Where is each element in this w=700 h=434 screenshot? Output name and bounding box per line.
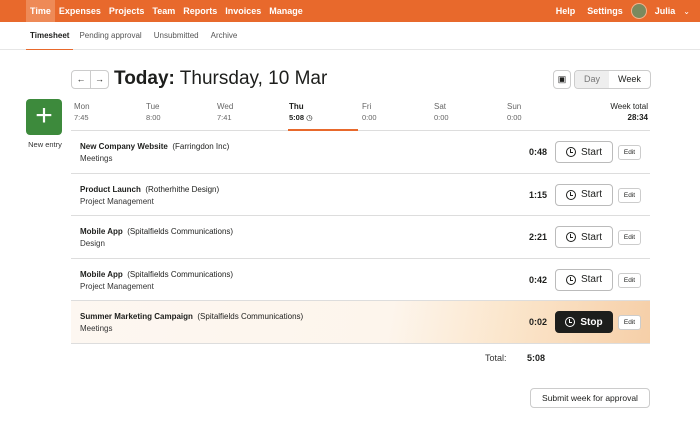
tab-timesheet[interactable]: Timesheet [26, 22, 74, 50]
day-sat[interactable]: Sat 0:00 [434, 101, 449, 123]
total-value: 5:08 [527, 353, 546, 363]
view-toggle: Day Week [574, 70, 651, 89]
arrow-right-icon[interactable]: → [90, 71, 108, 88]
nav-team[interactable]: Team [148, 0, 179, 22]
entry-duration: 0:42 [528, 274, 547, 285]
new-entry-label: New entry [28, 140, 62, 149]
edit-button[interactable]: Edit [618, 315, 641, 330]
avatar[interactable] [630, 3, 647, 19]
week-days: Mon 7:45 Tue 8:00 Wed 7:41 Thu 5:08 ◷ Fri 0:0… [71, 101, 650, 131]
tab-archive[interactable]: Archive [205, 22, 244, 50]
stop-timer-button[interactable]: Stop [555, 311, 613, 333]
page-title: Today: Thursday, 10 Mar [114, 68, 327, 90]
view-week-button[interactable]: Week [609, 71, 650, 88]
nav-expenses[interactable]: Expenses [55, 0, 105, 22]
start-timer-button[interactable]: Start [555, 226, 613, 248]
entry-task: Project Management [80, 196, 154, 206]
entry-task: Design [80, 239, 105, 248]
table-row: Mobile App (Spitalfields Communications)… [71, 216, 650, 259]
nav-invoices[interactable]: Invoices [221, 0, 265, 22]
title-date: Thursday, 10 Mar [174, 68, 328, 89]
entry-task: Meetings [80, 154, 113, 163]
edit-button[interactable]: Edit [618, 145, 641, 160]
nav-time[interactable]: Time [26, 0, 55, 22]
day-mon[interactable]: Mon 7:45 [74, 101, 90, 123]
week-total: Week total 28:34 [610, 102, 648, 122]
entry-task: Project Management [80, 281, 154, 291]
total-label: Total: [485, 353, 507, 363]
entry-duration: 2:21 [528, 232, 547, 242]
tab-unsubmitted[interactable]: Unsubmitted [148, 22, 205, 50]
title-today: Today: [114, 68, 175, 89]
nav-help[interactable]: Help [552, 0, 580, 22]
table-row: Product Launch (Rotherhithe Design) Proj… [71, 174, 650, 216]
date-nav: ← → [71, 70, 109, 89]
table-row: Summer Marketing Campaign (Spitalfields … [71, 301, 650, 344]
day-sun[interactable]: Sun 0:00 [507, 101, 522, 123]
clock-icon [565, 232, 576, 242]
clock-icon [565, 189, 576, 200]
day-wed[interactable]: Wed 7:41 [217, 101, 233, 123]
nav-manage[interactable]: Manage [265, 0, 307, 22]
table-row: Mobile App (Spitalfields Communications)… [71, 259, 650, 301]
entry-project: Product Launch (Rotherhithe Design) [80, 184, 220, 194]
sub-nav: Timesheet Pending approval Unsubmitted A… [0, 22, 700, 50]
entry-project: Summer Marketing Campaign (Spitalfields … [80, 312, 304, 321]
arrow-left-icon[interactable]: ← [72, 71, 90, 88]
nav-projects[interactable]: Projects [105, 0, 149, 22]
edit-button[interactable]: Edit [618, 230, 641, 245]
entry-duration: 0:02 [528, 317, 547, 327]
top-nav: Time Expenses Projects Team Reports Invo… [0, 0, 700, 22]
nav-reports[interactable]: Reports [179, 0, 221, 22]
view-day-button[interactable]: Day [575, 71, 610, 88]
clock-icon: ◷ [306, 113, 313, 122]
edit-button[interactable]: Edit [618, 187, 641, 203]
table-row: New Company Website (Farringdon Inc) Mee… [71, 131, 650, 174]
entry-project: Mobile App (Spitalfields Communications) [80, 227, 234, 236]
entry-duration: 1:15 [528, 189, 547, 200]
clock-icon [565, 317, 576, 327]
clock-icon [565, 274, 576, 285]
entry-project: New Company Website (Farringdon Inc) [80, 142, 230, 151]
chevron-down-icon[interactable]: ⌄ [683, 7, 690, 16]
day-fri[interactable]: Fri 0:00 [362, 101, 377, 123]
day-tue[interactable]: Tue 8:00 [146, 101, 161, 123]
clock-icon [565, 147, 576, 157]
entry-duration: 0:48 [528, 147, 547, 157]
start-timer-button[interactable]: Start [555, 141, 613, 163]
nav-settings[interactable]: Settings [583, 0, 627, 22]
time-entries: New Company Website (Farringdon Inc) Mee… [71, 131, 650, 344]
user-menu[interactable]: Julia [651, 0, 680, 22]
edit-button[interactable]: Edit [618, 272, 641, 288]
start-timer-button[interactable]: Start [555, 183, 613, 206]
submit-week-button[interactable]: Submit week for approval [530, 388, 650, 408]
tab-pending-approval[interactable]: Pending approval [73, 22, 147, 50]
calendar-icon[interactable]: ▣ [553, 70, 571, 89]
new-entry-button[interactable]: + [26, 99, 62, 135]
day-thu[interactable]: Thu 5:08 ◷ [289, 101, 313, 123]
entry-project: Mobile App (Spitalfields Communications) [80, 269, 234, 279]
start-timer-button[interactable]: Start [555, 268, 613, 291]
entry-task: Meetings [80, 324, 113, 333]
